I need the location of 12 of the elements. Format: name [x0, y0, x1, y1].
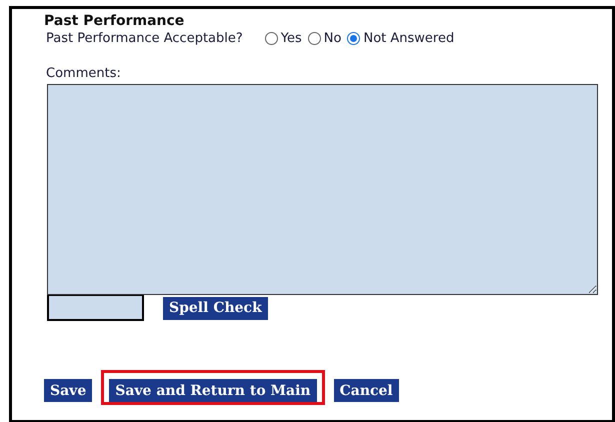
comments-field[interactable]: [47, 84, 598, 295]
spell-check-button[interactable]: Spell Check: [163, 296, 268, 320]
radio-option[interactable]: No: [308, 31, 342, 46]
radio-option[interactable]: Yes: [264, 31, 302, 46]
action-button[interactable]: Save and Return to Main: [109, 379, 317, 402]
radio-option[interactable]: Not Answered: [347, 31, 454, 46]
section-title: Past Performance: [44, 13, 186, 29]
action-button[interactable]: Cancel: [334, 379, 399, 402]
input-field[interactable]: [47, 295, 144, 321]
action-button[interactable]: Save: [44, 379, 92, 402]
comments-label: Comments:: [45, 66, 122, 81]
question-label: Past Performance Acceptable?: [46, 31, 243, 46]
